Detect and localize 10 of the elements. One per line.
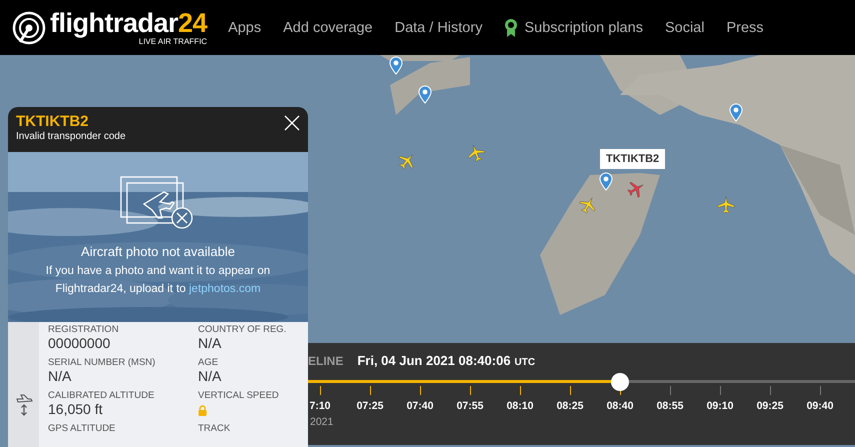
nav-link[interactable]: Social: [654, 20, 716, 36]
radar-logo-icon: [12, 10, 46, 44]
nav-link[interactable]: Press: [715, 20, 775, 36]
nav-link[interactable]: Add coverage: [272, 20, 384, 36]
nav-link[interactable]: Subscription plans: [493, 18, 654, 38]
nav-link[interactable]: Data / History: [384, 20, 494, 36]
logo-tagline: LIVE AIR TRAFFIC: [138, 37, 208, 46]
nav-link[interactable]: Apps: [217, 20, 272, 36]
logo-wordmark: flightradar24: [50, 9, 208, 37]
ribbon-icon: [504, 18, 518, 38]
